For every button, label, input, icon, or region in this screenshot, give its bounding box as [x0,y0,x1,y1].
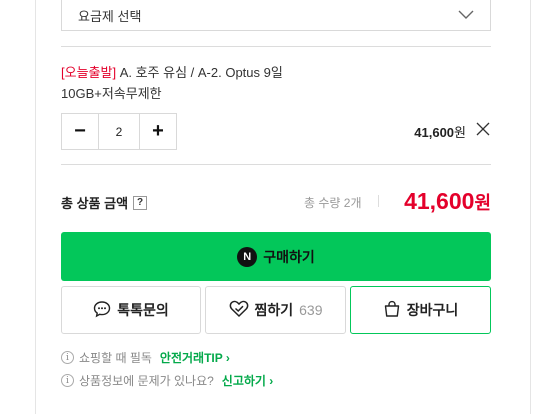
decrease-button[interactable]: − [62,114,98,149]
buy-button-label: 구매하기 [263,248,315,265]
cart-icon [383,300,401,321]
wish-count: 639 [299,302,323,318]
total-label: 총 상품 금액 ? [61,193,148,212]
info-icon: i [61,374,74,387]
wish-button[interactable]: 찜하기 639 [205,286,346,334]
quantity-input[interactable]: 2 [98,114,140,149]
item-price-unit: 원 [454,125,466,140]
cart-button[interactable]: 장바구니 [350,286,491,334]
total-price-amount: 41,600 [404,188,475,214]
info-icon: i [61,351,74,364]
notice-safe-trade: i 쇼핑할 때 필독 안전거래TIP › [61,349,230,366]
frame-border-right [530,0,531,414]
cart-label: 장바구니 [406,302,459,318]
plan-select-dropdown[interactable]: 요금제 선택 [61,0,491,31]
chevron-down-icon [458,7,474,23]
separator [378,195,379,207]
total-price-unit: 원 [474,193,491,213]
talk-inquiry-button[interactable]: 톡톡문의 [61,286,201,334]
divider [61,164,491,165]
wish-label: 찜하기 [254,302,294,318]
notice-report: i 상품정보에 문제가 있나요? 신고하기 › [61,372,273,389]
total-quantity: 총 수량 2개 [304,196,362,210]
report-link[interactable]: 신고하기 › [222,372,274,389]
safe-trade-tip-link[interactable]: 안전거래TIP › [160,349,230,366]
notice-text: 상품정보에 문제가 있나요? [79,374,214,388]
buy-button[interactable]: N 구매하기 [61,232,491,281]
frame-border-left [35,0,36,414]
increase-button[interactable]: + [140,114,176,149]
plan-select-label: 요금제 선택 [78,8,142,24]
total-price: 41,600원 [388,188,491,215]
naver-pay-icon: N [237,246,258,267]
notice-text: 쇼핑할 때 필독 [79,351,152,365]
quantity-stepper: − 2 + [61,113,177,150]
item-price: 41,600원 [380,122,466,141]
divider [61,46,491,47]
close-icon[interactable] [475,121,491,137]
option-name: [오늘출발] A. 호주 유심 / A-2. Optus 9일 [61,62,283,81]
option-detail: 10GB+저속무제한 [61,86,162,101]
help-icon[interactable]: ? [133,195,148,210]
same-day-tag: [오늘출발] [61,65,117,80]
heart-check-icon [229,300,249,321]
option-title: A. 호주 유심 / A-2. Optus 9일 [119,65,283,80]
chat-bubble-icon [93,300,111,321]
talk-inquiry-label: 톡톡문의 [117,302,169,318]
total-label-text: 총 상품 금액 [61,196,129,211]
item-price-amount: 41,600 [414,125,455,140]
